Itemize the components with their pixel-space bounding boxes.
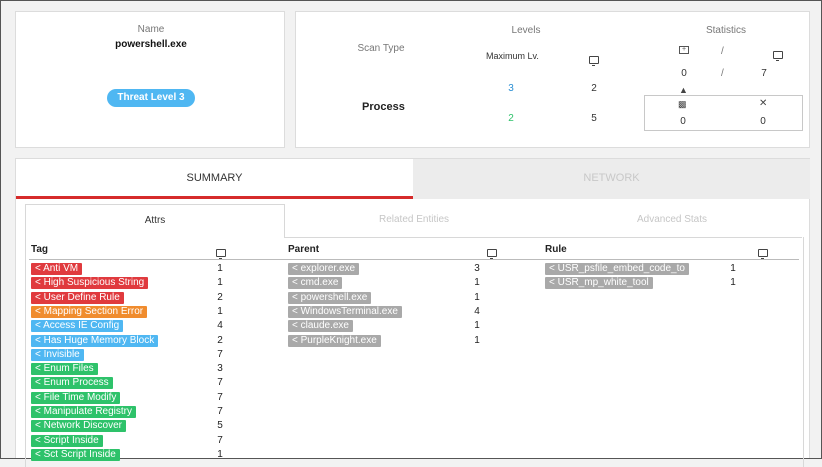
- parent-count: 1: [474, 320, 480, 331]
- add-screen-icon: +: [679, 46, 689, 54]
- tag-count: 1: [217, 263, 223, 274]
- file-name: powershell.exe: [115, 39, 187, 50]
- stat-bottom-left: 0: [680, 116, 686, 127]
- parent-chip[interactable]: < WindowsTerminal.exe: [288, 306, 402, 318]
- parent-count: 4: [474, 306, 480, 317]
- tag-chip[interactable]: < Has Huge Memory Block: [31, 335, 159, 347]
- tag-chip[interactable]: < Anti VM: [31, 263, 83, 275]
- tag-chip[interactable]: < Invisible: [31, 349, 84, 361]
- parent-column-header: Parent: [288, 244, 320, 255]
- rule-count: 1: [730, 263, 736, 274]
- scan-type-label: Scan Type: [357, 43, 405, 54]
- maximum-level-label: Maximum Lv.: [486, 51, 539, 61]
- stat-top-right: 7: [761, 68, 767, 79]
- tag-chip[interactable]: < Enum Process: [31, 377, 113, 389]
- statistics-heading: Statistics: [705, 25, 746, 36]
- tag-column-header: Tag: [31, 244, 49, 255]
- rule-chip[interactable]: < USR_mp_white_tool: [545, 277, 653, 289]
- stat-slash-mid: /: [721, 68, 724, 79]
- parent-chip[interactable]: < claude.exe: [288, 320, 353, 332]
- process-monitor-bottom: 5: [591, 113, 597, 124]
- tag-chip[interactable]: < Mapping Section Error: [31, 306, 148, 318]
- stat-top-left: 0: [681, 68, 687, 79]
- tag-count: 4: [217, 320, 223, 331]
- subtab-attrs[interactable]: Attrs: [25, 204, 285, 238]
- tag-count: 7: [217, 435, 223, 446]
- stat-slash-top: /: [721, 46, 724, 57]
- parent-chip[interactable]: < PurpleKnight.exe: [288, 335, 381, 347]
- monitor-icon: [773, 51, 784, 61]
- tag-chip[interactable]: < Script Inside: [31, 435, 103, 447]
- tag-count: 7: [217, 406, 223, 417]
- tab-summary[interactable]: SUMMARY: [16, 159, 413, 199]
- monitor-icon: [757, 249, 768, 259]
- rule-column-header: Rule: [545, 244, 567, 255]
- monitor-icon: [589, 56, 599, 66]
- tag-chip[interactable]: < Network Discover: [31, 420, 126, 432]
- tag-count: 2: [217, 292, 223, 303]
- monitor-icon: [216, 249, 226, 259]
- tag-count: 1: [217, 449, 223, 460]
- tag-chip[interactable]: < User Define Rule: [31, 292, 124, 304]
- levels-card: Levels Statistics Scan Type Maximum Lv. …: [295, 11, 810, 148]
- process-label: Process: [362, 101, 405, 113]
- tag-count: 7: [217, 349, 223, 360]
- subtab-advanced-stats[interactable]: Advanced Stats: [543, 204, 801, 237]
- parent-count: 1: [474, 292, 480, 303]
- tag-chip[interactable]: < File Time Modify: [31, 392, 121, 404]
- tag-count: 3: [217, 363, 223, 374]
- tag-chip[interactable]: < Manipulate Registry: [31, 406, 136, 418]
- subtab-related-entities[interactable]: Related Entities: [285, 204, 543, 237]
- tag-count: 2: [217, 335, 223, 346]
- tab-network[interactable]: NETWORK: [413, 159, 810, 199]
- tag-count: 5: [217, 420, 223, 431]
- parent-chip[interactable]: < cmd.exe: [288, 277, 343, 289]
- process-max-level-bottom[interactable]: 2: [501, 113, 521, 124]
- rule-count: 1: [730, 277, 736, 288]
- file-info-card: Name powershell.exe Threat Level 3: [15, 11, 285, 148]
- parent-chip[interactable]: < explorer.exe: [288, 263, 360, 275]
- process-monitor-top: 2: [591, 83, 597, 94]
- main-panel: SUMMARY NETWORK Attrs Related Entities A…: [15, 158, 810, 467]
- threat-level-badge[interactable]: Threat Level 3: [107, 89, 195, 107]
- parent-chip[interactable]: < powershell.exe: [288, 292, 372, 304]
- wifi-icon: ▲: [679, 85, 688, 95]
- name-label: Name: [137, 24, 165, 35]
- tag-count: 1: [217, 277, 223, 288]
- tag-chip[interactable]: < Access IE Config: [31, 320, 124, 332]
- network-tree-icon: ▩: [678, 99, 687, 109]
- monitor-icon: [487, 249, 498, 259]
- header-divider: [29, 259, 799, 260]
- rule-chip[interactable]: < USR_psfile_embed_code_to: [545, 263, 689, 275]
- stat-box: ▩ ✕ 0 0: [644, 95, 803, 131]
- tag-count: 1: [217, 306, 223, 317]
- stat-bottom-right: 0: [760, 116, 766, 127]
- tag-chip[interactable]: < Enum Files: [31, 363, 98, 375]
- parent-count: 1: [474, 335, 480, 346]
- process-max-level-top[interactable]: 3: [501, 83, 521, 94]
- tag-chip[interactable]: < Sct Script Inside: [31, 449, 120, 461]
- levels-heading: Levels: [511, 25, 541, 36]
- parent-count: 3: [474, 263, 480, 274]
- satellite-icon: ✕: [759, 98, 768, 109]
- tag-count: 7: [217, 377, 223, 388]
- tag-count: 7: [217, 392, 223, 403]
- tag-chip[interactable]: < High Suspicious String: [31, 277, 149, 289]
- parent-count: 1: [474, 277, 480, 288]
